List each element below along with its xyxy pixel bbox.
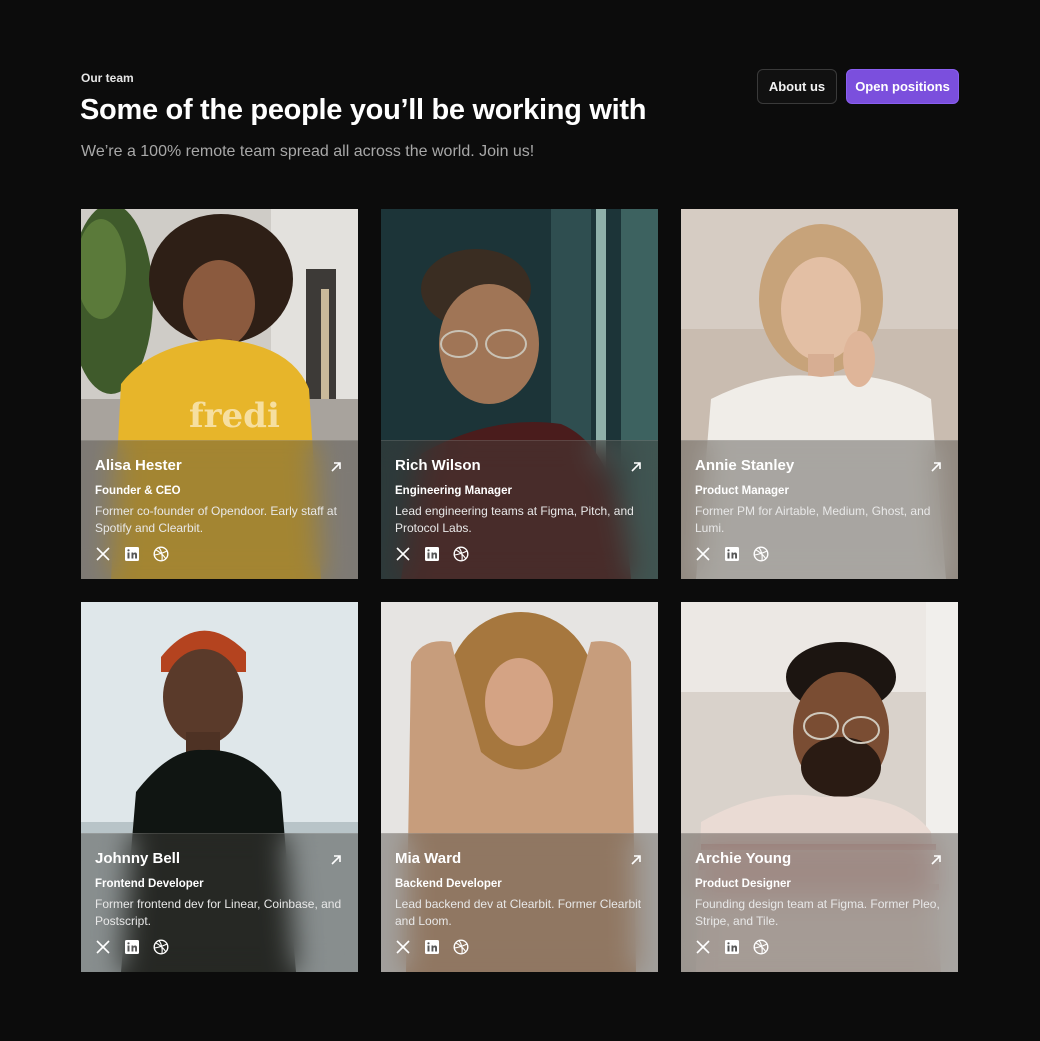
- social-links: [395, 546, 469, 562]
- team-card[interactable]: Archie Young Product Designer Founding d…: [681, 602, 958, 972]
- team-card[interactable]: fredi Alisa Hester Founder & CEO Former …: [81, 209, 358, 579]
- member-role: Product Designer: [695, 878, 791, 890]
- member-bio: Former frontend dev for Linear, Coinbase…: [95, 897, 342, 928]
- social-links: [95, 546, 169, 562]
- card-info-panel: Mia Ward Backend Developer Lead backend …: [381, 833, 658, 972]
- open-positions-button[interactable]: Open positions: [846, 69, 959, 104]
- dribbble-icon[interactable]: [453, 939, 469, 955]
- card-info-panel: Rich Wilson Engineering Manager Lead eng…: [381, 440, 658, 579]
- member-name: Mia Ward: [395, 850, 462, 867]
- team-card[interactable]: Mia Ward Backend Developer Lead backend …: [381, 602, 658, 972]
- member-name: Archie Young: [695, 850, 792, 867]
- x-twitter-icon[interactable]: [395, 939, 411, 955]
- x-twitter-icon[interactable]: [695, 939, 711, 955]
- dribbble-icon[interactable]: [153, 939, 169, 955]
- x-twitter-icon[interactable]: [695, 546, 711, 562]
- card-info-panel: Archie Young Product Designer Founding d…: [681, 833, 958, 972]
- member-name: Annie Stanley: [695, 457, 795, 474]
- member-bio: Lead backend dev at Clearbit. Former Cle…: [395, 897, 642, 928]
- linkedin-icon[interactable]: [124, 939, 140, 955]
- page-subtitle: We’re a 100% remote team spread all acro…: [81, 143, 535, 160]
- arrow-up-right-icon[interactable]: [630, 854, 642, 866]
- member-name: Rich Wilson: [395, 457, 481, 474]
- member-role: Founder & CEO: [95, 485, 181, 497]
- team-page: Our team Some of the people you’ll be wo…: [0, 0, 1040, 1041]
- about-us-button[interactable]: About us: [757, 69, 837, 104]
- linkedin-icon[interactable]: [124, 546, 140, 562]
- social-links: [395, 939, 469, 955]
- dribbble-icon[interactable]: [153, 546, 169, 562]
- member-bio: Lead engineering teams at Figma, Pitch, …: [395, 504, 634, 535]
- arrow-up-right-icon[interactable]: [330, 854, 342, 866]
- arrow-up-right-icon[interactable]: [930, 461, 942, 473]
- dribbble-icon[interactable]: [753, 939, 769, 955]
- member-bio: Former PM for Airtable, Medium, Ghost, a…: [695, 504, 931, 535]
- member-role: Backend Developer: [395, 878, 502, 890]
- linkedin-icon[interactable]: [424, 546, 440, 562]
- member-role: Product Manager: [695, 485, 789, 497]
- x-twitter-icon[interactable]: [95, 546, 111, 562]
- social-links: [695, 939, 769, 955]
- social-links: [695, 546, 769, 562]
- arrow-up-right-icon[interactable]: [330, 461, 342, 473]
- arrow-up-right-icon[interactable]: [930, 854, 942, 866]
- card-info-panel: Johnny Bell Frontend Developer Former fr…: [81, 833, 358, 972]
- member-role: Frontend Developer: [95, 878, 204, 890]
- card-info-panel: Annie Stanley Product Manager Former PM …: [681, 440, 958, 579]
- x-twitter-icon[interactable]: [395, 546, 411, 562]
- card-info-panel: Alisa Hester Founder & CEO Former co-fou…: [81, 440, 358, 579]
- x-twitter-icon[interactable]: [95, 939, 111, 955]
- page-title: Some of the people you’ll be working wit…: [80, 94, 647, 126]
- member-name: Johnny Bell: [95, 850, 181, 867]
- member-bio: Former co-founder of Opendoor. Early sta…: [95, 504, 337, 535]
- dribbble-icon[interactable]: [753, 546, 769, 562]
- linkedin-icon[interactable]: [424, 939, 440, 955]
- team-card[interactable]: Rich Wilson Engineering Manager Lead eng…: [381, 209, 658, 579]
- dribbble-icon[interactable]: [453, 546, 469, 562]
- linkedin-icon[interactable]: [724, 939, 740, 955]
- section-eyebrow: Our team: [81, 71, 134, 85]
- social-links: [95, 939, 169, 955]
- team-card[interactable]: Annie Stanley Product Manager Former PM …: [681, 209, 958, 579]
- member-name: Alisa Hester: [95, 457, 182, 474]
- svg-text:fredi: fredi: [189, 396, 280, 436]
- linkedin-icon[interactable]: [724, 546, 740, 562]
- team-grid: fredi Alisa Hester Founder & CEO Former …: [81, 209, 959, 972]
- arrow-up-right-icon[interactable]: [630, 461, 642, 473]
- member-bio: Founding design team at Figma. Former Pl…: [695, 897, 940, 928]
- team-card[interactable]: Johnny Bell Frontend Developer Former fr…: [81, 602, 358, 972]
- member-role: Engineering Manager: [395, 485, 512, 497]
